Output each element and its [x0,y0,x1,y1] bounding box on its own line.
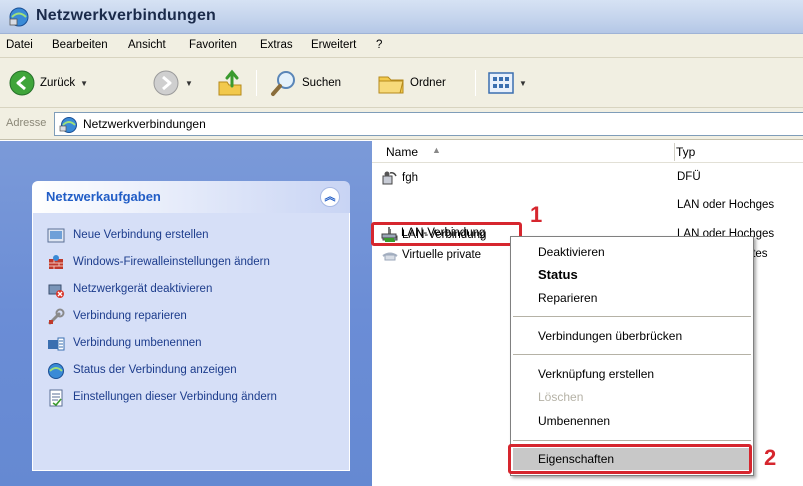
menu-ansicht[interactable]: Ansicht [128,39,166,51]
title-bar: Netzwerkverbindungen [0,0,803,34]
task-disable-device[interactable]: Netzwerkgerät deaktivieren [47,281,349,299]
back-label: Zurück [40,77,76,89]
toolbar: Zurück ▼ ▼ Suchen Ordner ▼ [0,58,803,108]
address-text: Netzwerkverbindungen [83,117,206,131]
back-button[interactable]: Zurück ▼ [8,68,88,98]
menu-bar: Datei Bearbeiten Ansicht Favoriten Extra… [0,34,803,58]
column-header-name[interactable]: Name [386,145,418,159]
menu-item-verknuepfung-erstellen[interactable]: Verknüpfung erstellen [538,367,654,381]
toolbar-separator [256,70,257,96]
menu-help[interactable]: ? [376,39,382,51]
menu-separator [513,354,751,355]
menu-item-verbindungen-ueberbruecken[interactable]: Verbindungen überbrücken [538,329,682,343]
task-firewall-settings[interactable]: Windows-Firewalleinstellungen ändern [47,254,349,272]
menu-item-status[interactable]: Status [538,267,578,282]
menu-item-loeschen: Löschen [538,390,584,404]
forward-dropdown-icon[interactable]: ▼ [185,79,193,88]
list-item-name: Virtuelle private [402,249,482,261]
list-item-name: fgh [402,172,418,184]
menu-datei[interactable]: Datei [6,39,33,51]
network-connections-icon [9,7,29,27]
list-item-type: DFÜ [677,171,701,183]
folders-label: Ordner [410,77,446,89]
search-icon [271,71,295,96]
column-headers: Name ▲ Typ [372,141,803,163]
menu-separator [513,316,751,317]
repair-icon [48,308,65,325]
task-change-settings[interactable]: Einstellungen dieser Verbindung ändern [47,389,349,407]
list-item-fgh[interactable]: fgh [382,168,418,188]
search-label: Suchen [302,77,342,89]
menu-item-umbenennen[interactable]: Umbenennen [538,414,610,428]
menu-erweitert[interactable]: Erweitert [311,39,356,51]
network-tasks-list: Neue Verbindung erstellen Windows-Firewa… [32,213,350,471]
views-button[interactable]: ▼ [488,68,527,98]
folders-button[interactable]: Ordner [376,68,446,98]
back-arrow-icon [9,70,35,96]
settings-icon [49,389,63,407]
address-bar: Adresse Netzwerkverbindungen [0,108,803,140]
forward-button[interactable]: ▼ [152,68,193,98]
menu-bearbeiten[interactable]: Bearbeiten [52,39,108,51]
menu-extras[interactable]: Extras [260,39,293,51]
menu-favoriten[interactable]: Favoriten [189,39,237,51]
window-title: Netzwerkverbindungen [36,7,217,24]
task-new-connection[interactable]: Neue Verbindung erstellen [47,227,349,245]
disable-device-icon [48,284,64,298]
step-1-label: 1 [530,202,543,227]
network-tasks-title: Netzwerkaufgaben [46,189,161,204]
folder-up-icon [218,69,242,96]
highlight-step-2 [508,444,752,474]
firewall-icon [49,255,63,269]
task-repair-connection[interactable]: Verbindung reparieren [47,308,349,326]
network-connections-icon [59,117,77,133]
forward-arrow-icon [153,70,179,96]
menu-item-deaktivieren[interactable]: Deaktivieren [538,245,605,259]
address-label: Adresse [6,117,47,129]
search-button[interactable]: Suchen [270,68,341,98]
address-field[interactable]: Netzwerkverbindungen [54,112,803,136]
sort-ascending-icon: ▲ [432,145,441,155]
vpn-icon [382,252,398,261]
context-menu: Deaktivieren Status Reparieren Verbindun… [510,236,754,476]
rename-icon [48,337,65,351]
new-connection-icon [47,228,65,243]
status-icon [48,363,64,379]
list-item-vpn[interactable]: Virtuelle private [382,245,481,265]
task-pane: Netzwerkaufgaben ︽ Neue Verbindung erste… [0,141,372,486]
column-header-type[interactable]: Typ [674,145,695,159]
dialup-icon [382,171,397,185]
menu-item-reparieren[interactable]: Reparieren [538,291,597,305]
network-tasks-panel: Netzwerkaufgaben ︽ Neue Verbindung erste… [32,181,350,471]
collapse-icon[interactable]: ︽ [320,187,340,207]
up-button[interactable] [215,68,245,98]
menu-separator [513,440,751,441]
views-icon [488,72,514,94]
step-2-label: 2 [764,445,777,470]
network-tasks-header[interactable]: Netzwerkaufgaben ︽ [32,181,350,213]
task-rename-connection[interactable]: Verbindung umbenennen [47,335,349,353]
highlight-step-1 [371,222,522,246]
list-item-type: LAN oder Hochges [677,199,775,211]
back-dropdown-icon[interactable]: ▼ [80,79,88,88]
toolbar-separator [475,70,476,96]
folders-icon [378,76,404,94]
task-view-status[interactable]: Status der Verbindung anzeigen [47,362,349,380]
views-dropdown-icon[interactable]: ▼ [519,79,527,88]
